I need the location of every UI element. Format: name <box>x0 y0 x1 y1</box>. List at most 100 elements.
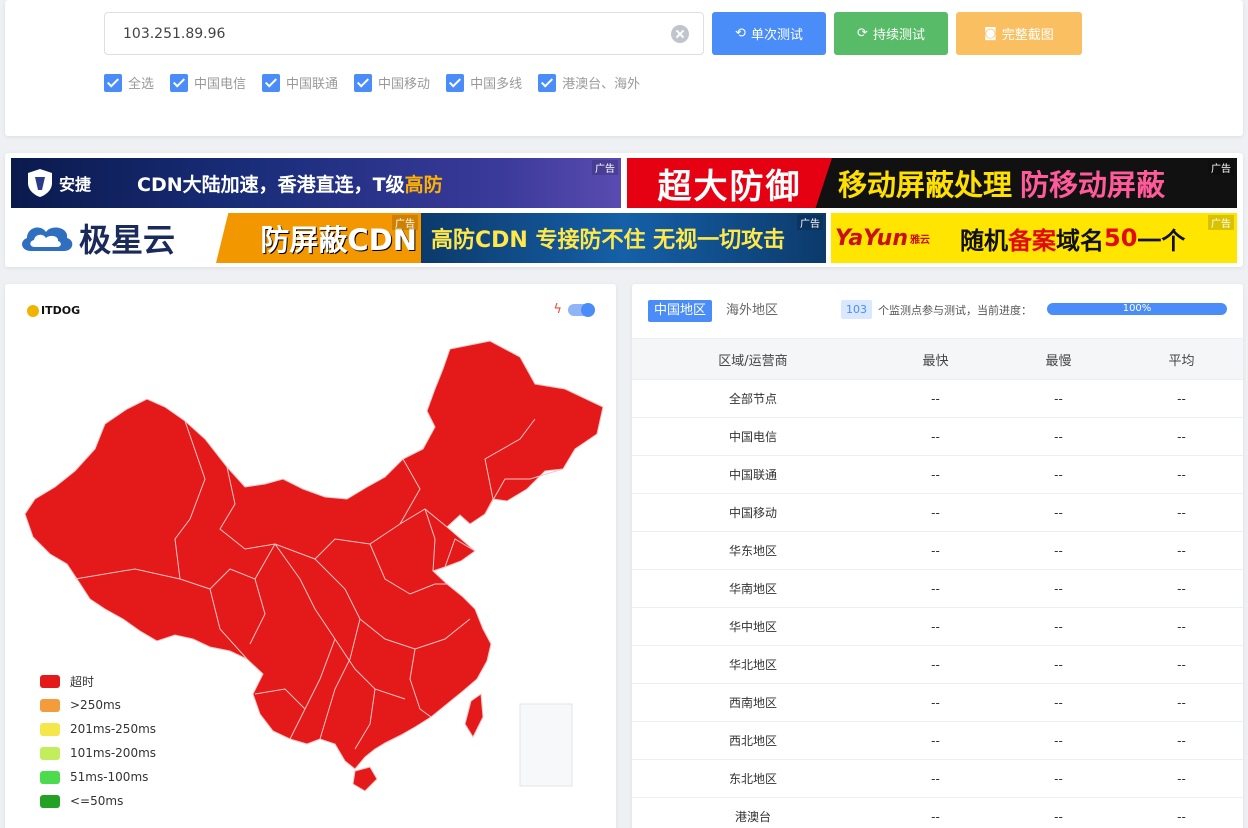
table-row[interactable]: 港澳台 -- -- -- <box>632 797 1243 828</box>
table-row[interactable]: 西南地区 -- -- -- <box>632 683 1243 722</box>
isp-filter-row: 全选 中国电信 中国联通 中国移动 中国多线 港澳台、海外 <box>104 73 656 92</box>
legend-label: >250ms <box>70 698 121 712</box>
checkbox-check-icon[interactable] <box>446 73 465 92</box>
legend-swatch <box>40 746 60 760</box>
results-card: 中国地区 海外地区 103 个监测点参与测试，当前进度： 100% 区域/运营商… <box>632 284 1243 828</box>
table-row[interactable]: 西北地区 -- -- -- <box>632 721 1243 760</box>
table-cell: -- <box>874 493 997 532</box>
table-cell: -- <box>997 645 1120 684</box>
progress-bar: 100% <box>1047 303 1227 315</box>
ad1-brand: 安捷 <box>59 175 92 194</box>
table-cell: -- <box>997 569 1120 608</box>
legend-item: <=50ms <box>40 789 156 813</box>
ip-input[interactable] <box>105 13 665 54</box>
map-card: ITDOG ϟ 超时 >250ms 201ms-250ms 101ms-200m… <box>5 284 616 828</box>
hainan-shape[interactable] <box>352 766 378 792</box>
table-cell: -- <box>997 607 1120 646</box>
legend-swatch <box>40 722 60 736</box>
table-cell: -- <box>1120 455 1243 494</box>
table-row[interactable]: 全部节点 -- -- -- <box>632 379 1243 418</box>
table-cell: 全部节点 <box>632 379 874 418</box>
table-row[interactable]: 东北地区 -- -- -- <box>632 759 1243 798</box>
table-cell: -- <box>1120 417 1243 456</box>
single-test-button[interactable]: ⟲ 单次测试 <box>712 12 826 55</box>
table-row[interactable]: 华东地区 -- -- -- <box>632 531 1243 570</box>
ad-banner-yayun[interactable]: YaYun 雅云 随机 备案 域名 50 一个 广告 <box>831 213 1237 263</box>
isp-checkbox[interactable]: 港澳台、海外 <box>538 73 640 92</box>
table-cell: -- <box>1120 645 1243 684</box>
table-row[interactable]: 华北地区 -- -- -- <box>632 645 1243 684</box>
table-cell: -- <box>874 645 997 684</box>
column-header: 区域/运营商 <box>632 338 874 380</box>
ad-banner-jixingyun[interactable]: 极星云 防屏蔽CDN 广告 <box>11 213 421 263</box>
table-cell: -- <box>874 683 997 722</box>
continuous-test-button[interactable]: ⟳ 持续测试 <box>834 12 948 55</box>
tab-overseas[interactable]: 海外地区 <box>726 300 778 322</box>
ad2-text2: 移动屏蔽处理 <box>838 168 1013 202</box>
ad-banner-anjie[interactable]: 安捷 CDN大陆加速，香港直连，T级 高防 广告 <box>11 158 621 208</box>
table-cell: 西南地区 <box>632 683 874 722</box>
table-row[interactable]: 中国联通 -- -- -- <box>632 455 1243 494</box>
table-cell: -- <box>997 417 1120 456</box>
ad5-text1: 随机 <box>960 226 1009 255</box>
checkbox-check-icon[interactable] <box>262 73 281 92</box>
taiwan-shape[interactable] <box>464 693 484 739</box>
isp-checkbox[interactable]: 中国联通 <box>262 73 338 92</box>
progress-fill: 100% <box>1047 303 1227 315</box>
table-cell: -- <box>1120 607 1243 646</box>
checkbox-check-icon[interactable] <box>354 73 373 92</box>
ad3-brand: 极星云 <box>79 221 176 259</box>
table-cell: -- <box>874 455 997 494</box>
animation-toggle-group: ϟ <box>553 302 595 317</box>
tab-china[interactable]: 中国地区 <box>648 300 713 322</box>
table-cell: 华南地区 <box>632 569 874 608</box>
isp-checkbox[interactable]: 中国多线 <box>446 73 522 92</box>
cloud-icon <box>22 227 73 251</box>
table-cell: -- <box>874 607 997 646</box>
dog-logo-icon <box>27 304 39 317</box>
isp-checkbox[interactable]: 中国移动 <box>354 73 430 92</box>
screenshot-button[interactable]: ◙ 完整截图 <box>956 12 1082 55</box>
isp-checkbox[interactable]: 中国电信 <box>170 73 246 92</box>
legend-swatch <box>40 770 60 784</box>
checkbox-check-icon[interactable] <box>538 73 557 92</box>
ad-banner-gaofang[interactable]: 高防CDN 专接防不住 无视一切攻击 广告 <box>421 213 826 263</box>
legend-label: <=50ms <box>70 794 124 808</box>
ad5-text5: 一个 <box>1137 226 1186 255</box>
table-cell: -- <box>1120 683 1243 722</box>
checkbox-check-icon[interactable] <box>170 73 189 92</box>
isp-checkbox[interactable]: 全选 <box>104 73 154 92</box>
ad2-text1: 超大防御 <box>657 166 802 207</box>
table-body: 全部节点 -- -- -- 中国电信 -- -- -- 中国联通 -- -- -- 中国移动 -- -- --… <box>632 379 1243 828</box>
table-row[interactable]: 中国电信 -- -- -- <box>632 417 1243 456</box>
table-row[interactable]: 华南地区 -- -- -- <box>632 569 1243 608</box>
table-cell: 中国移动 <box>632 493 874 532</box>
table-cell: -- <box>874 569 997 608</box>
table-cell: -- <box>1120 569 1243 608</box>
ad-tag: 广告 <box>1208 160 1234 175</box>
checkbox-label: 全选 <box>128 77 155 92</box>
legend-item: >250ms <box>40 693 156 717</box>
table-cell: -- <box>997 759 1120 798</box>
legend-item: 51ms-100ms <box>40 765 156 789</box>
table-row[interactable]: 中国移动 -- -- -- <box>632 493 1243 532</box>
node-count-badge: 103 <box>841 300 872 319</box>
ad-banner-ddos[interactable]: 超大防御 移动屏蔽处理 防移动屏蔽 广告 <box>627 158 1237 208</box>
refresh-icon: ⟲ <box>735 26 746 41</box>
itdog-logo: ITDOG <box>27 304 80 317</box>
legend-label: 101ms-200ms <box>70 746 157 760</box>
animation-toggle[interactable] <box>568 302 595 317</box>
table-cell: 华东地区 <box>632 531 874 570</box>
table-cell: 华中地区 <box>632 607 874 646</box>
table-cell: -- <box>874 721 997 760</box>
table-cell: -- <box>874 759 997 798</box>
legend-label: 201ms-250ms <box>70 722 157 736</box>
legend-swatch <box>40 698 60 712</box>
table-cell: 港澳台 <box>632 797 874 828</box>
clear-icon[interactable] <box>671 25 689 43</box>
legend-item: 201ms-250ms <box>40 717 156 741</box>
progress-info: 103 个监测点参与测试，当前进度： <box>841 300 1032 319</box>
table-cell: -- <box>1120 721 1243 760</box>
table-row[interactable]: 华中地区 -- -- -- <box>632 607 1243 646</box>
checkbox-check-icon[interactable] <box>104 73 122 92</box>
